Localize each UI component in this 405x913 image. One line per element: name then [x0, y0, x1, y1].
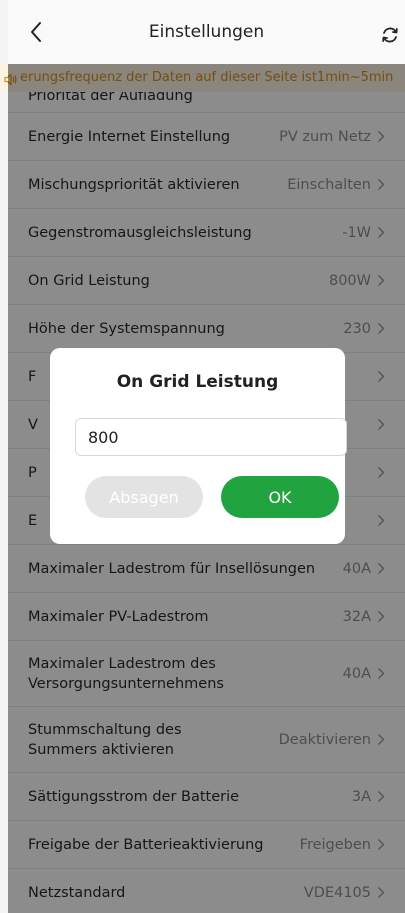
app-header: Einstellungen	[8, 0, 405, 64]
cancel-button[interactable]: Absagen	[85, 476, 203, 518]
on-grid-power-dialog: On Grid Leistung Absagen OK	[50, 348, 347, 544]
dialog-title: On Grid Leistung	[116, 372, 279, 392]
page-title: Einstellungen	[148, 22, 265, 42]
refresh-button[interactable]	[377, 22, 403, 48]
back-button[interactable]	[22, 18, 50, 46]
power-input[interactable]	[75, 418, 347, 456]
chevron-left-icon	[31, 22, 41, 42]
refresh-icon	[382, 27, 398, 43]
ok-button[interactable]: OK	[221, 476, 339, 518]
